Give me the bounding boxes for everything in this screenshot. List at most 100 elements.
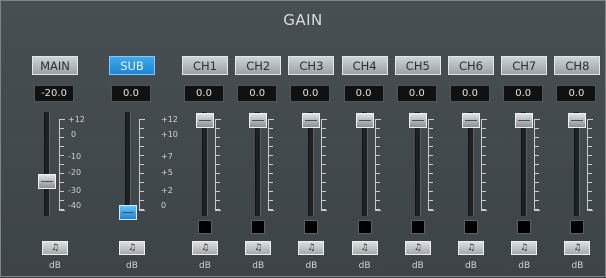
scale-tick bbox=[535, 173, 540, 174]
channel-button[interactable]: CH7 bbox=[501, 56, 548, 75]
speaker-icon: ♫ bbox=[520, 243, 529, 253]
fader-knob[interactable] bbox=[249, 113, 268, 128]
scale-tick bbox=[482, 146, 486, 147]
main-fader-track bbox=[44, 112, 50, 216]
mute-button[interactable]: ♫ bbox=[351, 241, 378, 255]
channel-button[interactable]: CH1 bbox=[182, 56, 228, 75]
main-scale-bracket bbox=[59, 119, 65, 211]
channel-gain-value[interactable]: 0.0 bbox=[450, 85, 490, 102]
scale-tick bbox=[216, 173, 220, 174]
scale-tick bbox=[322, 182, 327, 183]
channel-indicator bbox=[570, 220, 585, 234]
sub-mute-button[interactable]: ♫ bbox=[119, 241, 145, 255]
scale-tick bbox=[322, 209, 327, 210]
sub-channel-button[interactable]: SUB bbox=[109, 56, 155, 75]
speaker-icon: ♫ bbox=[127, 243, 137, 253]
fader-knob[interactable] bbox=[462, 113, 480, 128]
scale-tick bbox=[216, 200, 220, 201]
mute-button[interactable]: ♫ bbox=[245, 241, 272, 255]
scale-tick bbox=[428, 128, 433, 129]
scale-tick bbox=[588, 128, 593, 129]
fader-knob[interactable] bbox=[355, 113, 374, 128]
scale-tick bbox=[269, 209, 274, 210]
scale-tick bbox=[428, 155, 433, 156]
mute-button[interactable]: ♫ bbox=[564, 241, 591, 255]
scale-tick bbox=[322, 191, 327, 192]
unit-label: dB bbox=[358, 261, 371, 271]
scale-tick bbox=[322, 146, 327, 147]
gain-panel: GAIN MAIN -20.0 +12 0 -10 -20 -30 -40 ♫ … bbox=[0, 0, 606, 277]
channel-strip-8: CH8 0.0 ♫ dB bbox=[554, 56, 602, 278]
scale-tick bbox=[60, 200, 64, 201]
unit-label: dB bbox=[411, 261, 424, 271]
channel-gain-value[interactable]: 0.0 bbox=[396, 85, 437, 102]
scale-tick bbox=[588, 164, 593, 165]
fader-knob[interactable] bbox=[515, 113, 534, 128]
channel-button[interactable]: CH5 bbox=[394, 56, 441, 75]
scale-tick bbox=[322, 128, 327, 129]
scale-tick bbox=[375, 128, 380, 129]
scale-tick bbox=[428, 191, 433, 192]
main-mute-button[interactable]: ♫ bbox=[42, 241, 68, 255]
scale-tick bbox=[482, 173, 486, 174]
scale-tick bbox=[216, 182, 220, 183]
scale-tick bbox=[535, 200, 540, 201]
channel-button[interactable]: CH3 bbox=[288, 56, 335, 75]
scale-tick bbox=[216, 191, 220, 192]
channel-strip-5: CH5 0.0 ♫ dB bbox=[394, 56, 443, 278]
scale-bracket bbox=[534, 119, 541, 211]
mute-button[interactable]: ♫ bbox=[511, 241, 538, 255]
scale-tick bbox=[216, 146, 220, 147]
fader-knob[interactable] bbox=[568, 113, 587, 128]
channel-gain-value[interactable]: 0.0 bbox=[503, 85, 544, 102]
fader-knob[interactable] bbox=[302, 113, 321, 128]
fader-knob[interactable] bbox=[196, 113, 214, 128]
scale-tick bbox=[269, 155, 274, 156]
scale-tick bbox=[269, 128, 274, 129]
channel-gain-value[interactable]: 0.0 bbox=[343, 85, 384, 102]
scale-tick bbox=[60, 191, 64, 192]
scale-bracket bbox=[374, 119, 381, 211]
sub-scale-label: +2 bbox=[161, 186, 173, 195]
channel-gain-value[interactable]: 0.0 bbox=[237, 85, 278, 102]
scale-tick bbox=[482, 191, 486, 192]
scale-tick bbox=[375, 200, 380, 201]
sub-scale-label: +7 bbox=[161, 152, 173, 161]
channel-button[interactable]: CH4 bbox=[341, 56, 388, 75]
sub-gain-value[interactable]: 0.0 bbox=[111, 85, 151, 102]
sub-scale-label: 0 bbox=[161, 201, 167, 210]
scale-tick bbox=[140, 182, 144, 183]
scale-tick bbox=[60, 173, 64, 174]
scale-tick bbox=[588, 182, 593, 183]
main-fader-knob[interactable] bbox=[38, 173, 56, 189]
mute-button[interactable]: ♫ bbox=[458, 241, 484, 255]
main-scale-label: -20 bbox=[68, 168, 82, 177]
mute-button[interactable]: ♫ bbox=[298, 241, 325, 255]
unit-label: dB bbox=[199, 261, 211, 271]
scale-tick bbox=[375, 146, 380, 147]
sub-scale-label: +10 bbox=[161, 130, 178, 139]
panel-title: GAIN bbox=[283, 11, 323, 29]
scale-tick bbox=[428, 164, 433, 165]
scale-tick bbox=[535, 137, 540, 138]
channel-gain-value[interactable]: 0.0 bbox=[290, 85, 331, 102]
main-channel-button[interactable]: MAIN bbox=[32, 56, 78, 75]
sub-fader-knob[interactable] bbox=[119, 205, 137, 220]
channel-gain-value[interactable]: 0.0 bbox=[556, 85, 597, 102]
channel-button[interactable]: CH8 bbox=[554, 56, 601, 75]
channel-strip-6: CH6 0.0 ♫ dB bbox=[448, 56, 496, 278]
fader-knob[interactable] bbox=[408, 113, 427, 128]
scale-bracket bbox=[321, 119, 328, 211]
unit-label: dB bbox=[252, 261, 265, 271]
mute-button[interactable]: ♫ bbox=[192, 241, 218, 255]
main-gain-value[interactable]: -20.0 bbox=[34, 85, 74, 102]
channel-gain-value[interactable]: 0.0 bbox=[184, 85, 224, 102]
speaker-icon: ♫ bbox=[573, 243, 582, 253]
channel-button[interactable]: CH6 bbox=[448, 56, 494, 75]
scale-tick bbox=[428, 173, 433, 174]
mute-button[interactable]: ♫ bbox=[404, 241, 431, 255]
scale-tick bbox=[535, 155, 540, 156]
channel-button[interactable]: CH2 bbox=[235, 56, 282, 75]
speaker-icon: ♫ bbox=[254, 243, 263, 253]
channel-sub: SUB 0.0 +12 +10 +7 +5 +2 0 ♫ dB bbox=[109, 56, 178, 278]
